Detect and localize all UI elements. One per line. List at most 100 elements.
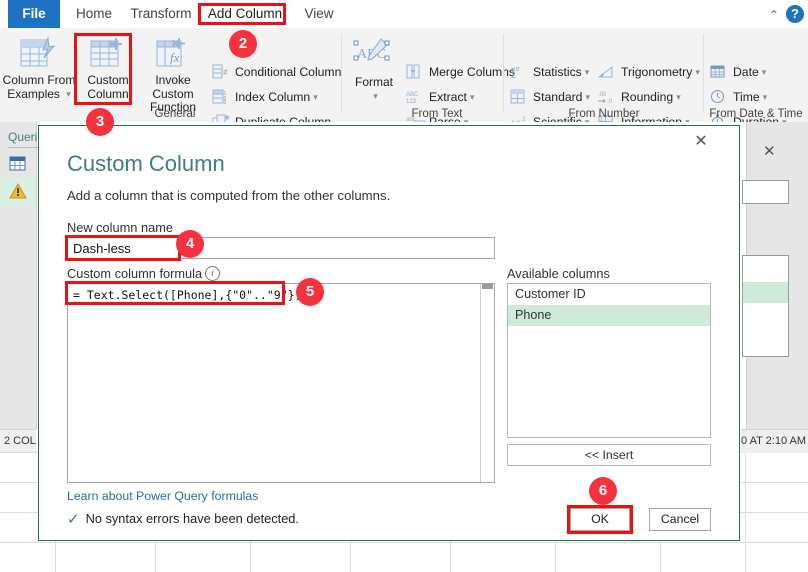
custom-column-dialog: ✕ Custom Column Add a column that is com… xyxy=(38,125,740,541)
available-columns-label: Available columns xyxy=(507,266,610,281)
format-abc-icon: ABC xyxy=(353,36,395,73)
pane-list-selected-row xyxy=(743,282,788,303)
custom-column-icon xyxy=(88,36,128,75)
dialog-title: Custom Column xyxy=(67,151,225,176)
statistics-item[interactable]: 𝛘σ Σ Statistics ▾ xyxy=(510,61,589,83)
chevron-down-icon[interactable]: ▾ xyxy=(763,92,768,102)
query-list-item[interactable] xyxy=(0,152,36,178)
conditional-column-icon: ≠ xyxy=(212,64,232,80)
column-from-examples-label: Column From Examples ▾ xyxy=(2,73,76,101)
new-column-name-input[interactable]: Dash-less xyxy=(67,237,495,259)
ok-button[interactable]: OK xyxy=(570,508,630,531)
svg-text:fx: fx xyxy=(170,50,180,65)
close-icon[interactable]: ✕ xyxy=(763,142,776,160)
trigonometry-icon xyxy=(597,64,618,80)
info-icon[interactable]: i xyxy=(205,266,220,281)
tab-view[interactable]: View xyxy=(296,0,342,28)
date-item[interactable]: Date ▾ xyxy=(710,61,766,83)
index-column-item[interactable]: 123 Index Column ▾ xyxy=(212,86,318,108)
ribbon-group-from-date-time: Date▾ Time▾ Duration▾ From Date & Time xyxy=(704,28,808,129)
list-item[interactable]: Customer ID xyxy=(508,284,710,305)
custom-column-formula-textarea[interactable]: = Text.Select([Phone],{"0".."9"}) xyxy=(67,283,495,483)
pane-list-box[interactable] xyxy=(742,255,789,357)
rounding-label: Rounding xyxy=(621,90,674,104)
query-list-item[interactable] xyxy=(0,178,36,206)
index-column-icon: 123 xyxy=(212,89,232,106)
dialog-close-icon[interactable]: ✕ xyxy=(687,128,715,156)
callout-badge-2: 2 xyxy=(229,30,257,58)
syntax-status: ✓ No syntax errors have been detected. xyxy=(67,510,299,528)
right-side-pane: ✕ xyxy=(742,122,808,429)
merge-columns-icon xyxy=(406,64,426,80)
learn-power-query-formulas-link[interactable]: Learn about Power Query formulas xyxy=(67,489,258,503)
syntax-status-text: No syntax errors have been detected. xyxy=(85,511,299,526)
ribbon-group-from-text: ABC Format▾ Merge Columns ABC123 Extract… xyxy=(342,28,515,129)
trigonometry-label: Trigonometry xyxy=(621,65,693,79)
available-columns-list[interactable]: Customer ID Phone xyxy=(507,283,711,438)
callout-badge-5: 5 xyxy=(296,278,324,306)
standard-item[interactable]: Standard ▾ xyxy=(510,86,590,108)
queries-pane: Queries xyxy=(0,122,50,429)
chevron-down-icon[interactable]: ▾ xyxy=(585,67,590,77)
group-label-from-number: From Number xyxy=(568,108,640,120)
chevron-down-icon[interactable]: ▾ xyxy=(695,67,700,77)
standard-label: Standard xyxy=(533,90,583,104)
conditional-column-label: Conditional Column xyxy=(235,65,342,79)
invoke-custom-function-icon: fx xyxy=(153,36,193,75)
divider xyxy=(8,147,40,148)
svg-text:ABC: ABC xyxy=(406,92,419,98)
column-from-examples-button[interactable]: Column From Examples ▾ xyxy=(3,32,75,104)
merge-columns-item[interactable]: Merge Columns xyxy=(406,61,515,83)
trigonometry-item[interactable]: Trigonometry ▾ xyxy=(597,61,700,83)
standard-icon xyxy=(510,89,530,105)
conditional-column-item[interactable]: ≠ Conditional Column xyxy=(212,61,341,83)
extract-item[interactable]: ABC 123 Extract ▾ xyxy=(406,86,474,108)
tab-transform[interactable]: Transform xyxy=(122,0,200,28)
group-label-general: General xyxy=(154,108,196,120)
tab-file[interactable]: File xyxy=(8,0,60,28)
rounding-item[interactable]: .00.0 Rounding ▾ xyxy=(598,86,681,108)
insert-button[interactable]: << Insert xyxy=(507,444,711,466)
ribbon: File Home Transform Add Column View ⌃ ? xyxy=(0,0,808,129)
formula-scrollbar[interactable] xyxy=(480,284,494,482)
chevron-down-icon[interactable]: ▾ xyxy=(313,92,318,102)
chevron-down-icon[interactable]: ▾ xyxy=(470,92,475,102)
format-button[interactable]: ABC Format▾ xyxy=(346,32,402,104)
statistics-icon: 𝛘σ Σ xyxy=(510,64,530,80)
tab-add-column[interactable]: Add Column xyxy=(200,0,290,28)
clock-icon xyxy=(710,89,730,105)
list-item[interactable]: Phone xyxy=(508,305,710,326)
extract-label: Extract xyxy=(429,90,467,104)
chevron-down-icon[interactable]: ▾ xyxy=(585,92,590,102)
formula-text: = Text.Select([Phone],{"0".."9"}) xyxy=(73,288,302,302)
checkmark-icon: ✓ xyxy=(67,511,80,528)
warning-icon xyxy=(9,182,27,203)
help-icon[interactable]: ? xyxy=(786,5,804,23)
callout-badge-4: 4 xyxy=(176,230,204,258)
new-column-name-label: New column name xyxy=(67,220,173,235)
tab-home[interactable]: Home xyxy=(66,0,122,28)
chevron-down-icon[interactable]: ▾ xyxy=(676,92,681,102)
group-label-from-date-time: From Date & Time xyxy=(709,108,803,120)
svg-text:≠: ≠ xyxy=(223,67,228,77)
custom-column-formula-label: Custom column formula xyxy=(67,266,203,281)
calendar-icon xyxy=(710,64,730,80)
date-label: Date xyxy=(733,65,759,79)
svg-text:3: 3 xyxy=(224,100,227,104)
invoke-custom-function-button[interactable]: fx Invoke Custom Function xyxy=(137,32,209,114)
statistics-label: Statistics xyxy=(533,65,582,79)
svg-text:Σ: Σ xyxy=(511,71,516,79)
rounding-icon: .00.0 xyxy=(598,89,618,105)
custom-column-button[interactable]: Custom Column xyxy=(75,32,141,104)
svg-text:.00: .00 xyxy=(598,92,607,98)
table-icon xyxy=(9,156,26,174)
pane-input-field[interactable] xyxy=(742,180,789,204)
time-item[interactable]: Time ▾ xyxy=(710,86,767,108)
formula-scrollbar-thumb[interactable] xyxy=(482,284,493,289)
chevron-up-icon[interactable]: ⌃ xyxy=(766,7,782,23)
svg-text:123: 123 xyxy=(406,99,417,104)
svg-text:.0: .0 xyxy=(607,99,613,104)
cancel-button[interactable]: Cancel xyxy=(649,508,711,531)
time-label: Time xyxy=(733,90,760,104)
chevron-down-icon[interactable]: ▾ xyxy=(762,67,767,77)
